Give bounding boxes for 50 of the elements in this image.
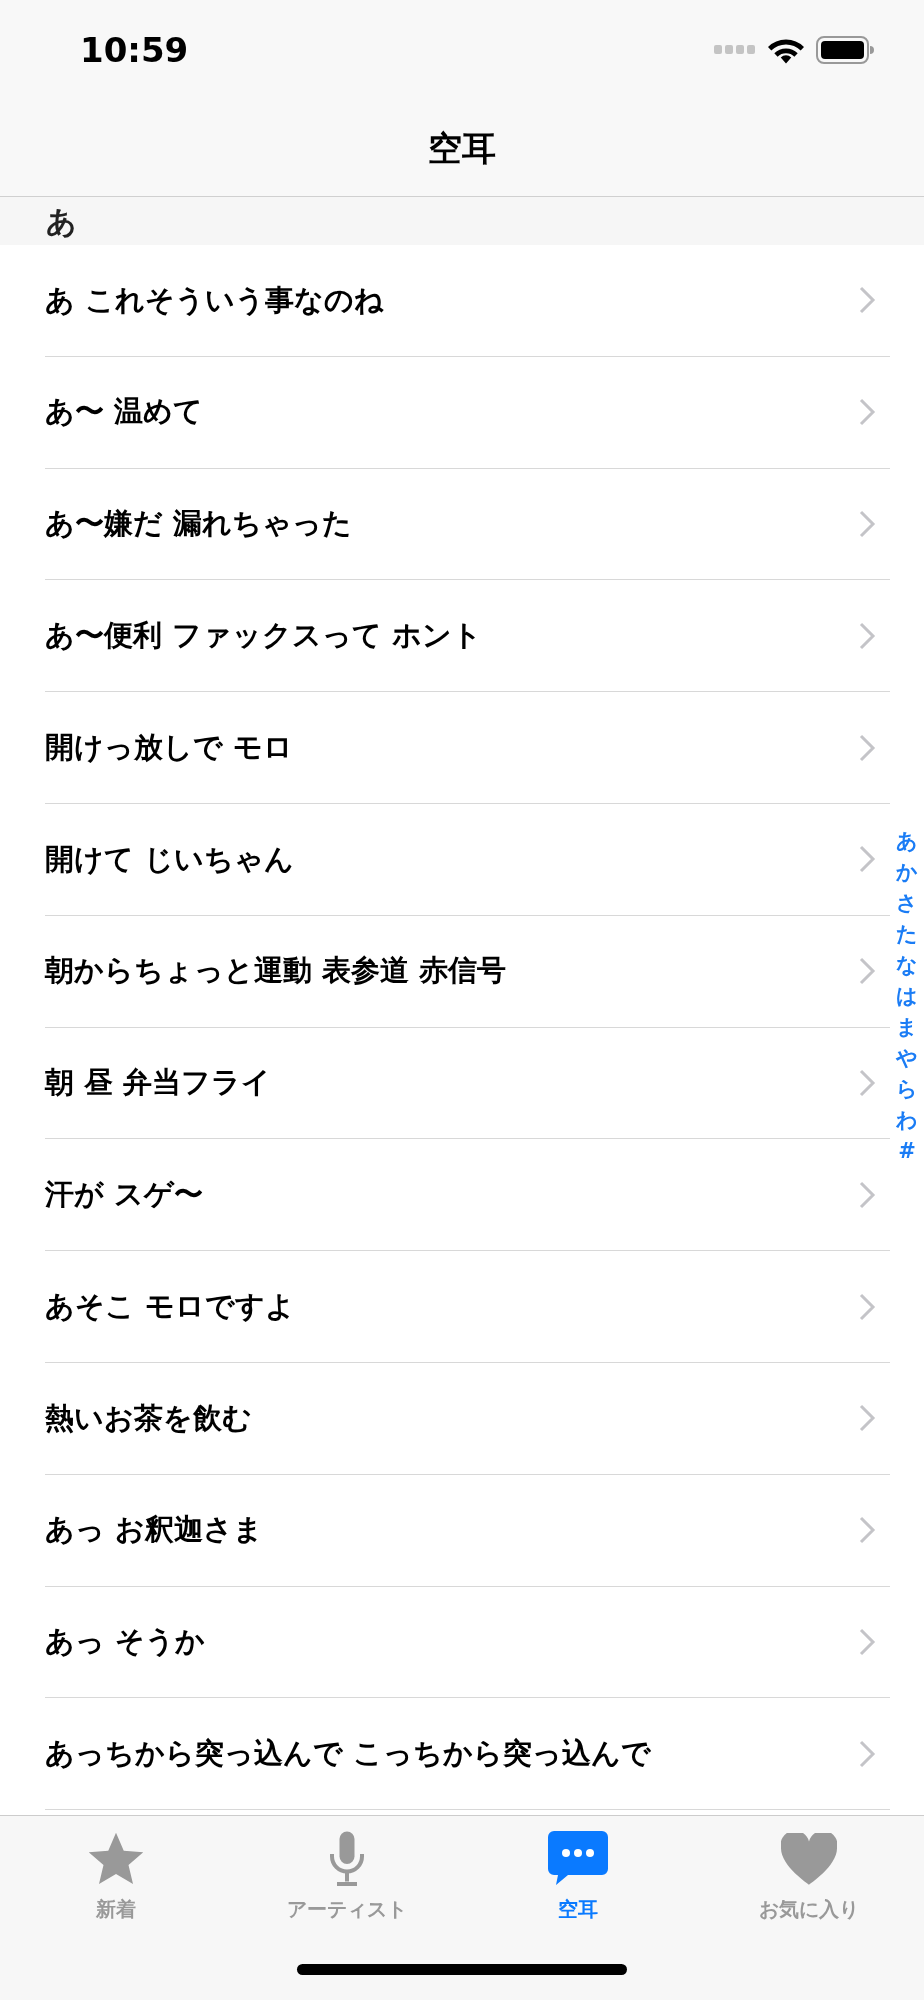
- list-row[interactable]: 朝からちょっと運動 表参道 赤信号: [45, 915, 890, 1028]
- heart-icon: [780, 1833, 837, 1885]
- list-row[interactable]: あそこ モロですよ: [45, 1251, 890, 1363]
- chevron-icon: [858, 1738, 876, 1769]
- chevron-icon: [858, 1179, 876, 1210]
- list-row[interactable]: 汗が スゲ〜: [45, 1139, 890, 1252]
- list-row[interactable]: あ〜 温めて: [45, 356, 890, 469]
- chevron-icon: [858, 956, 876, 987]
- tab-item[interactable]: 空耳: [462, 1828, 693, 1924]
- signal-icon: [714, 45, 756, 55]
- list-row[interactable]: 朝 昼 弁当フライ: [45, 1027, 890, 1140]
- list-row[interactable]: あ〜便利 ファックスって ホント: [45, 580, 890, 693]
- index-letter[interactable]: た: [896, 919, 918, 950]
- index-letter[interactable]: は: [896, 981, 918, 1012]
- index-letter[interactable]: #: [898, 1136, 916, 1167]
- status-time: 10:59: [80, 28, 189, 72]
- chevron-icon: [858, 397, 876, 428]
- tab-item[interactable]: アーティスト: [231, 1828, 462, 1924]
- list-row[interactable]: あっ お釈迦さま: [45, 1474, 890, 1587]
- chevron-icon: [858, 844, 876, 875]
- index-letter[interactable]: あ: [896, 826, 918, 857]
- index-letter[interactable]: や: [896, 1043, 918, 1074]
- list-row[interactable]: あ これそういう事なのね: [45, 245, 890, 357]
- list-row[interactable]: あっ そうか: [45, 1586, 890, 1699]
- battery-icon: [816, 36, 874, 64]
- chevron-icon: [858, 1067, 876, 1098]
- chevron-icon: [858, 1291, 876, 1322]
- index-letter[interactable]: ま: [896, 1012, 918, 1043]
- index-letter[interactable]: な: [896, 950, 918, 981]
- tab-item[interactable]: 新着: [0, 1828, 231, 1924]
- list-row[interactable]: あ〜嫌だ 漏れちゃった: [45, 468, 890, 581]
- chevron-icon: [858, 732, 876, 763]
- chevron-icon: [858, 285, 876, 316]
- chevron-icon: [858, 620, 876, 651]
- tab-item[interactable]: お気に入り: [693, 1828, 924, 1924]
- index-letter[interactable]: さ: [896, 888, 918, 919]
- list-row[interactable]: 開けっ放しで モロ: [45, 692, 890, 804]
- chevron-icon: [858, 1403, 876, 1434]
- index-letter[interactable]: ら: [896, 1074, 918, 1105]
- chevron-icon: [858, 1626, 876, 1657]
- index-letter[interactable]: か: [896, 857, 918, 888]
- chevron-icon: [858, 1515, 876, 1546]
- chat-bubble-icon: [547, 1831, 608, 1887]
- nav-title: 空耳: [428, 126, 496, 170]
- list-row[interactable]: 熱いお茶を飲む: [45, 1362, 890, 1475]
- chevron-icon: [858, 509, 876, 539]
- list-row[interactable]: 開けて じいちゃん: [45, 804, 890, 916]
- index-letter[interactable]: わ: [896, 1105, 918, 1136]
- list-row[interactable]: あっちから突っ込んで こっちから突っ込んで: [45, 1698, 890, 1811]
- section-header: あ: [0, 197, 924, 245]
